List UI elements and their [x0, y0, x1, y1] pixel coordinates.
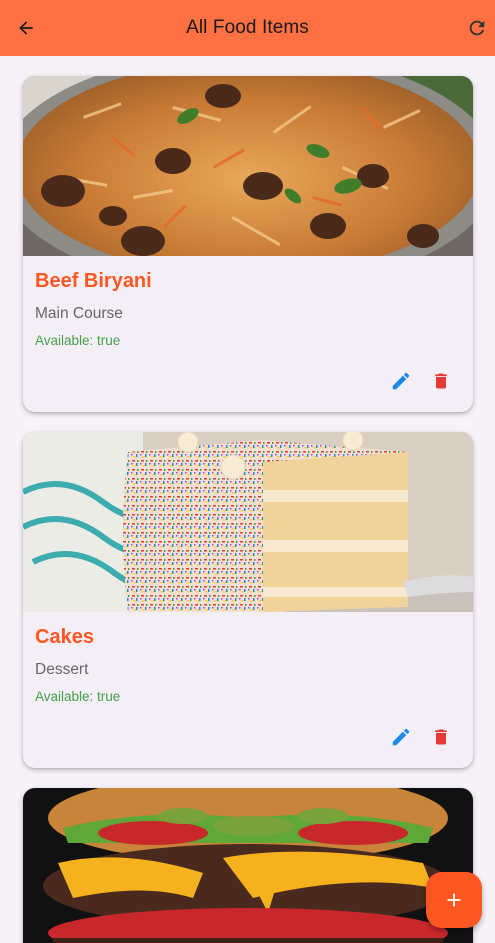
delete-icon [435, 373, 447, 389]
food-item-image [23, 76, 473, 256]
food-item-list[interactable]: Beef Biryani Main Course Available: true [0, 56, 495, 943]
delete-button[interactable] [429, 369, 453, 393]
delete-icon [435, 729, 447, 745]
food-item-availability: Available: true [35, 689, 121, 704]
edit-button[interactable] [389, 725, 413, 749]
food-item-card[interactable] [23, 788, 473, 943]
edit-button[interactable] [389, 369, 413, 393]
edit-icon [392, 728, 410, 746]
add-food-item-button[interactable] [426, 872, 482, 928]
delete-button[interactable] [429, 725, 453, 749]
food-item-name: Beef Biryani [35, 270, 152, 292]
food-item-card[interactable]: Cakes Dessert Available: true [23, 432, 473, 768]
food-item-category: Main Course [35, 305, 123, 322]
edit-icon [392, 372, 410, 390]
app-bar: All Food Items [0, 0, 495, 56]
food-item-image [23, 432, 473, 612]
food-item-card[interactable]: Beef Biryani Main Course Available: true [23, 76, 473, 412]
add-icon [447, 893, 461, 907]
refresh-button[interactable] [465, 16, 489, 40]
food-item-image [23, 788, 473, 943]
page-title: All Food Items [186, 17, 309, 38]
arrow-back-icon [19, 21, 33, 35]
back-button[interactable] [14, 16, 38, 40]
food-item-category: Dessert [35, 661, 89, 678]
food-item-name: Cakes [35, 626, 94, 648]
refresh-icon [469, 20, 485, 36]
food-item-availability: Available: true [35, 333, 121, 348]
